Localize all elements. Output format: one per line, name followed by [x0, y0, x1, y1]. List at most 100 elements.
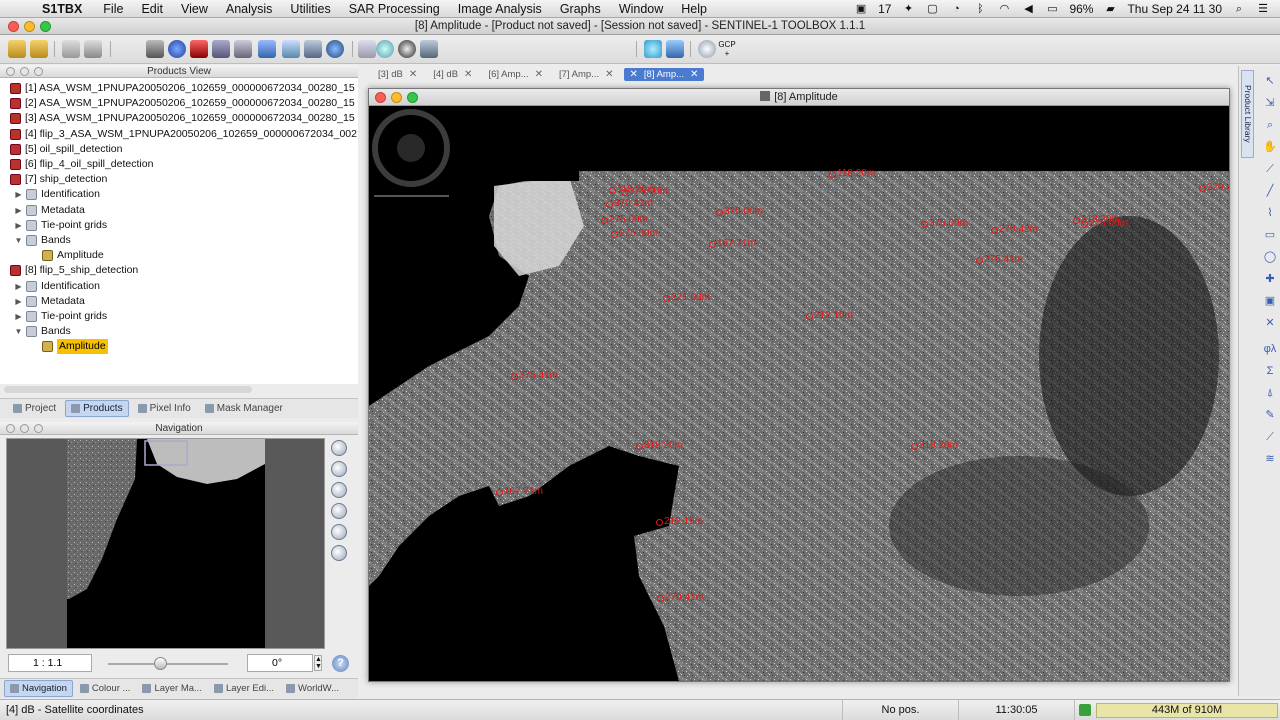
ship-detection-label[interactable]: 370.41m — [606, 198, 653, 209]
doc-tab-8[interactable]: ✕ [8] Amp... ✕ — [623, 67, 705, 81]
line-tool-icon[interactable]: ╱ — [1263, 184, 1277, 198]
sar-image-canvas[interactable]: 118.20m 275.00m 375.00m 375.00m 270.42m 318.2… — [369, 106, 1229, 681]
product-node[interactable]: [8] flip_5_ship_detection — [10, 263, 138, 278]
profile-plot-icon[interactable]: ≋ — [1263, 452, 1277, 466]
zoom-slider-track[interactable] — [108, 663, 228, 665]
menu-graphs[interactable]: Graphs — [560, 2, 601, 16]
panel-min-button[interactable] — [20, 67, 29, 76]
ship-detection-label[interactable]: 375.41m — [511, 370, 558, 381]
collapsed-arrow-icon[interactable]: ▶ — [14, 187, 23, 202]
folder-node[interactable]: ▶ Identification — [14, 187, 100, 202]
scale-field[interactable] — [8, 654, 92, 672]
save-product-icon[interactable] — [84, 40, 102, 58]
delete-tool-icon[interactable]: ✕ — [1263, 316, 1277, 330]
doc-tab-3[interactable]: [3] dB ✕ — [372, 68, 423, 81]
collapsed-arrow-icon[interactable]: ▶ — [14, 294, 23, 309]
volume-icon[interactable]: ◀ — [1021, 3, 1035, 15]
open-product-icon[interactable] — [62, 40, 80, 58]
menu-file[interactable]: File — [103, 2, 123, 16]
tab-mask-manager[interactable]: Mask Manager — [200, 401, 288, 416]
close-icon[interactable]: ✕ — [409, 69, 417, 80]
help-button[interactable]: ? — [332, 655, 349, 672]
rectangle-tool-icon[interactable]: ▭ — [1263, 228, 1277, 242]
menu-sar-processing[interactable]: SAR Processing — [349, 2, 440, 16]
notifications-icon[interactable]: ☰ — [1256, 3, 1270, 15]
tab-navigation[interactable]: Navigation — [4, 680, 73, 697]
folder-node[interactable]: ▶ Metadata — [14, 294, 85, 309]
new-project-icon[interactable] — [8, 40, 26, 58]
battery-icon[interactable]: ▭ — [1045, 3, 1059, 15]
menu-window[interactable]: Window — [619, 2, 663, 16]
subset-icon[interactable] — [258, 40, 276, 58]
folder-node[interactable]: ▼ Bands — [14, 233, 71, 248]
update-icon[interactable] — [666, 40, 684, 58]
settings-gear-icon[interactable] — [644, 40, 662, 58]
pan-tool-icon[interactable]: ✋ — [1263, 140, 1277, 154]
zoom-window-button[interactable] — [40, 21, 51, 32]
tree-horizontal-scrollbar[interactable] — [4, 386, 252, 393]
range-finder-icon[interactable]: ⇲ — [1263, 96, 1277, 110]
close-icon[interactable]: ✕ — [690, 69, 698, 80]
memory-indicator[interactable]: 443M of 910M — [1096, 703, 1278, 718]
flag-icon[interactable]: ▰ — [1103, 3, 1117, 15]
nav-min-button[interactable] — [20, 424, 29, 433]
product-node[interactable]: [7] ship_detection — [10, 172, 107, 187]
tab-layer-manager[interactable]: Layer Ma... — [137, 681, 207, 696]
close-icon[interactable]: ✕ — [605, 69, 613, 80]
ship-detection-label[interactable]: 275.00m — [611, 228, 658, 239]
time-machine-icon[interactable]: ◔ — [949, 3, 963, 15]
spotlight-icon[interactable]: ⌕ — [1232, 3, 1246, 15]
doc-tab-7[interactable]: [7] Amp... ✕ — [553, 68, 620, 81]
statistics-icon[interactable]: ⍋ — [1263, 386, 1277, 400]
band-node[interactable]: Amplitude — [42, 339, 108, 355]
tab-colour[interactable]: Colour ... — [75, 681, 136, 696]
product-node[interactable]: [6] flip_4_oil_spill_detection — [10, 157, 153, 172]
expanded-arrow-icon[interactable]: ▼ — [14, 233, 23, 248]
world-icon[interactable] — [326, 40, 344, 58]
transform-icon[interactable] — [234, 40, 252, 58]
magic-wand-icon[interactable]: ✚ — [1263, 272, 1277, 286]
maximize-view-button[interactable] — [407, 92, 418, 103]
ship-detection-label[interactable]: 270.41m — [657, 592, 704, 603]
clock[interactable]: Thu Sep 24 11 30 — [1127, 2, 1222, 16]
doc-tab-6[interactable]: [6] Amp... ✕ — [482, 68, 549, 81]
graph-icon[interactable] — [282, 40, 300, 58]
product-node[interactable]: [1] ASA_WSM_1PNUPA20050206_102659_000000… — [10, 81, 355, 96]
panel-close-button[interactable] — [6, 67, 15, 76]
product-node[interactable]: [2] ASA_WSM_1PNUPA20050206_102659_000000… — [10, 96, 355, 111]
polyline-tool-icon[interactable]: ⌇ — [1263, 206, 1277, 220]
product-node[interactable]: [4] flip_3_ASA_WSM_1PNUPA20050206_102659… — [10, 127, 357, 142]
zoom-out-icon[interactable] — [331, 461, 347, 477]
spectrum-icon[interactable] — [190, 40, 208, 58]
close-window-button[interactable] — [8, 21, 19, 32]
phase-tool-icon[interactable]: φλ — [1263, 342, 1277, 356]
ship-detection-label[interactable]: 212.15m — [806, 310, 853, 321]
screen-icon[interactable]: ▢ — [925, 3, 939, 15]
gcp-tool-icon[interactable]: GCP + — [718, 40, 736, 58]
earth-icon[interactable] — [376, 40, 394, 58]
product-node[interactable]: [5] oil_spill_detection — [10, 142, 122, 157]
collapsed-arrow-icon[interactable]: ▶ — [14, 309, 23, 324]
close-icon[interactable]: ✕ — [535, 69, 543, 80]
collapsed-arrow-icon[interactable]: ▶ — [14, 218, 23, 233]
collapsed-arrow-icon[interactable]: ▶ — [14, 203, 23, 218]
zoom-in-icon[interactable] — [331, 440, 347, 456]
tab-worldwind[interactable]: WorldW... — [281, 681, 344, 696]
ship-detection-label[interactable]: 167.71m — [496, 486, 543, 497]
insert-tool-icon[interactable]: ▣ — [1263, 294, 1277, 308]
filter-icon[interactable] — [212, 40, 230, 58]
rotation-field[interactable] — [247, 654, 313, 672]
ship-detection-label[interactable]: 318.20m — [636, 440, 683, 451]
ship-detection-label[interactable]: 212.15m — [656, 516, 703, 527]
zoom-pixel-icon[interactable] — [331, 482, 347, 498]
batch-icon[interactable] — [304, 40, 322, 58]
ship-detection-label[interactable]: 318.20m — [1073, 214, 1120, 225]
doc-tab-4[interactable]: [4] dB ✕ — [427, 68, 478, 81]
zoom-slider-thumb[interactable] — [154, 657, 167, 670]
ship-detection-label[interactable]: 221.00m — [663, 292, 710, 303]
minimize-view-button[interactable] — [391, 92, 402, 103]
close-icon[interactable]: ✕ — [630, 69, 638, 80]
app-menu[interactable]: S1TBX — [42, 2, 82, 16]
minimize-window-button[interactable] — [24, 21, 35, 32]
menu-utilities[interactable]: Utilities — [290, 2, 330, 16]
